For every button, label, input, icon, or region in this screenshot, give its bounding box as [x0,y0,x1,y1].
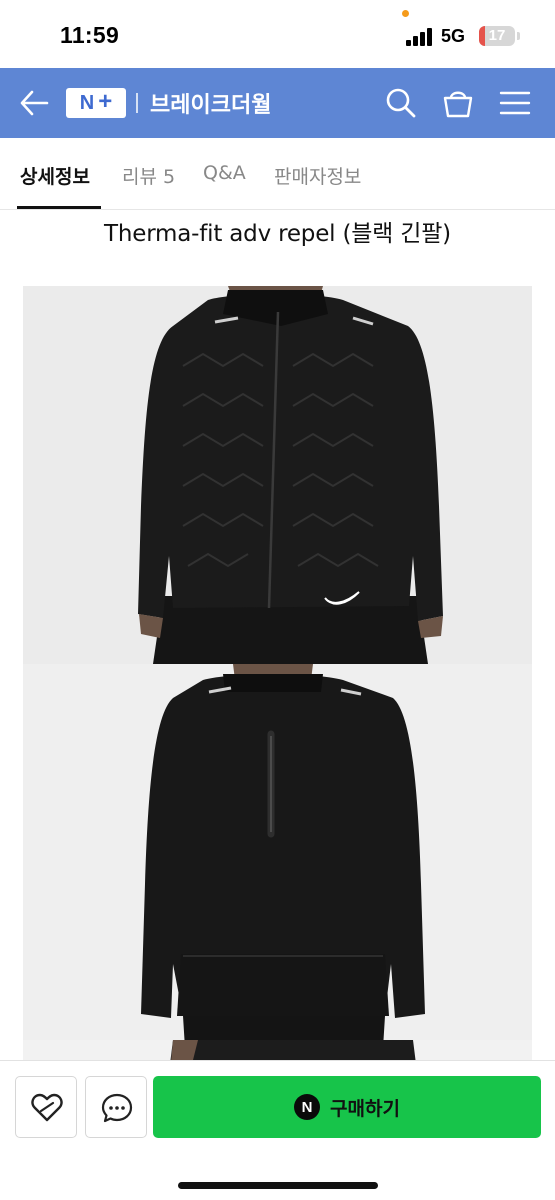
tab-seller-info[interactable]: 판매자정보 [274,162,361,189]
tab-qna[interactable]: Q&A [203,162,246,184]
buy-now-button[interactable]: N 구매하기 [153,1076,541,1138]
search-button[interactable] [384,86,418,120]
active-tab-indicator [17,206,101,209]
shopping-bag-icon [443,91,473,118]
wishlist-button[interactable] [15,1076,77,1138]
naver-pay-icon: N [294,1094,321,1120]
hamburger-menu-icon [499,91,531,115]
detail-tab-bar: 상세정보 리뷰 5 Q&A 판매자정보 [0,138,555,210]
bottom-action-bar: N 구매하기 [0,1060,555,1200]
home-indicator [178,1182,378,1189]
cellular-signal-icon [406,28,436,46]
store-name[interactable]: 브레이크더월 [150,87,271,119]
product-title: Therma-fit adv repel (블랙 긴팔) [104,221,451,247]
header-divider [136,93,138,113]
status-bar: 11:59 5G 17 [0,0,555,68]
battery-cap [517,32,520,40]
product-image-back[interactable] [23,664,532,1048]
back-button[interactable] [18,88,50,118]
nplus-logo[interactable]: N + [66,88,126,118]
chat-bubble-icon [101,1093,133,1123]
tab-details[interactable]: 상세정보 [20,162,90,189]
heart-wish-icon [31,1093,63,1122]
logo-plus: + [98,88,113,115]
app-header: N + 브레이크더월 [0,68,555,138]
jacket-front-photo [23,286,532,664]
chat-button[interactable] [85,1076,147,1138]
network-type: 5G [441,26,466,46]
menu-button[interactable] [498,86,532,120]
search-icon [386,88,416,118]
product-image-front[interactable] [23,286,532,664]
tab-reviews[interactable]: 리뷰 5 [122,162,175,189]
back-arrow-icon [20,90,49,116]
logo-n: N [79,91,95,114]
status-time: 11:59 [60,22,120,48]
jacket-back-photo [23,664,532,1048]
cart-button[interactable] [441,86,475,120]
buy-now-label: 구매하기 [330,1097,400,1120]
battery-icon: 17 [479,26,515,46]
recording-indicator-icon [402,10,409,17]
battery-level: 17 [488,27,506,44]
